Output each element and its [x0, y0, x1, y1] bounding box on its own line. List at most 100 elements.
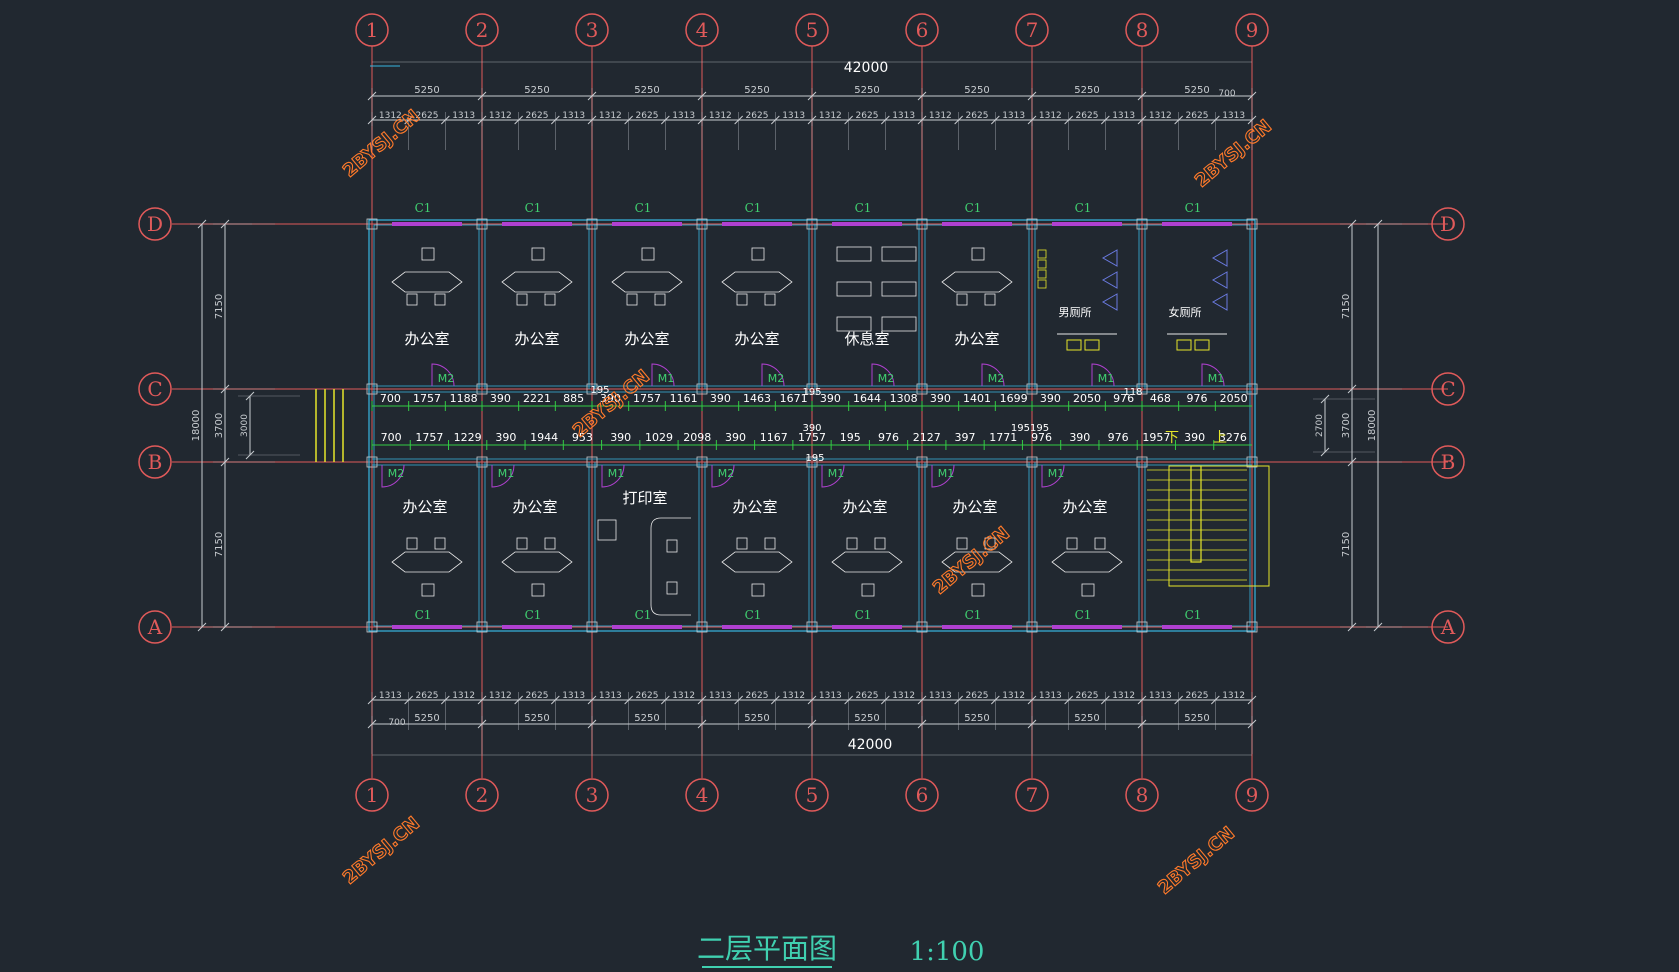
dim-text: 5250 [854, 713, 879, 724]
corridor-small-label: 195195 [1011, 423, 1049, 434]
corridor-dim-text: 976 [878, 431, 899, 444]
sofa [836, 281, 872, 297]
axis-label: 6 [916, 18, 929, 42]
corridor-dim-text: 1161 [670, 392, 698, 405]
chair [1066, 537, 1078, 550]
dim-text: 700 [388, 718, 405, 728]
door-label: M2 [988, 372, 1005, 385]
corridor-dim-text: 700 [380, 392, 401, 405]
dim-text: 1313 [819, 691, 842, 701]
sofa [836, 316, 872, 332]
window-label: C1 [745, 608, 762, 622]
chair [751, 247, 765, 261]
axis-label: D [1440, 212, 1456, 236]
dim-text: 3700 [1341, 413, 1352, 438]
copier [666, 581, 678, 595]
corridor-dim-text: 1944 [530, 431, 558, 444]
watermark: 2BYSJ.CN [1191, 116, 1276, 192]
floor-plan-drawing: 112233445566778899A AB BC CD D 5250 5250 5250 5… [138, 13, 1465, 968]
desk [501, 551, 573, 573]
sofa [881, 281, 917, 297]
door-label: M1 [938, 467, 955, 480]
axis-label: 2 [476, 18, 489, 42]
window [832, 222, 902, 226]
window [502, 625, 572, 629]
axis-label: D [147, 212, 163, 236]
corridor-dim-text: 700 [381, 431, 402, 444]
corridor-dimensions: 700 1757 1188 390 2221 885 390 1757 1161 390 1463 1… [315, 385, 1252, 464]
corridor-dim-text: 2221 [523, 392, 551, 405]
chair [956, 537, 968, 550]
room-label: 办公室 [732, 498, 777, 516]
dim-text: 5250 [744, 713, 769, 724]
corridor-dim-text: 1699 [1000, 392, 1028, 405]
dim-text: 2625 [526, 111, 549, 121]
chair [406, 293, 418, 306]
dim-text: 2625 [416, 691, 439, 701]
window [392, 222, 462, 226]
dim-text: 1313 [452, 111, 475, 121]
dim-text: 2625 [636, 111, 659, 121]
door-label: M1 [1098, 372, 1115, 385]
dim-text: 5250 [744, 85, 769, 96]
dim-text: 2625 [966, 691, 989, 701]
room-label: 办公室 [842, 498, 887, 516]
chair [421, 583, 435, 597]
dim-text: 7150 [214, 294, 225, 319]
corridor-dim-text: 976 [1187, 392, 1208, 405]
toilet-stall [1101, 249, 1118, 267]
window [832, 625, 902, 629]
corridor-dim-text: 976 [1108, 431, 1129, 444]
chair [421, 247, 435, 261]
dim-text: 1313 [562, 691, 585, 701]
rooms: C1 办公室 M2 C1 办公室 C1 办公室 M1 C1 办公室 M2 C1 休息室 M2 C1 办公室 M2… [381, 201, 1232, 629]
axis-label: 7 [1026, 783, 1039, 807]
dim-text: 2625 [746, 691, 769, 701]
overall-dimension-bottom: 42000 [848, 737, 893, 753]
sink [1194, 339, 1210, 351]
corridor-dim-text: 390 [820, 392, 841, 405]
toilet-stall [1211, 293, 1228, 311]
window [1162, 222, 1232, 226]
room-label: 办公室 [952, 498, 997, 516]
chair [531, 583, 545, 597]
corridor-dim-text: 390 [1069, 431, 1090, 444]
dim-text: 1312 [1112, 691, 1135, 701]
axis-label: 4 [696, 783, 709, 807]
toilet-stall [1101, 271, 1118, 289]
corridor-dim-text: 1308 [890, 392, 918, 405]
axis-label: B [148, 450, 163, 474]
axis-label: 8 [1136, 18, 1149, 42]
dim-text: 1312 [929, 111, 952, 121]
door-label: M1 [1208, 372, 1225, 385]
dim-text: 1312 [819, 111, 842, 121]
desk [721, 271, 793, 293]
watermark: 2BYSJ.CN [929, 523, 1014, 599]
desk [721, 551, 793, 573]
chair [434, 537, 446, 550]
dim-text: 18000 [191, 410, 202, 442]
corridor-dim-text: 390 [710, 392, 731, 405]
dim-text: 1313 [562, 111, 585, 121]
window [502, 222, 572, 226]
chair [751, 583, 765, 597]
dim-text: 2625 [1076, 691, 1099, 701]
window [1052, 222, 1122, 226]
chair [516, 293, 528, 306]
dim-text: 2625 [856, 111, 879, 121]
dim-text: 7150 [1341, 294, 1352, 319]
dim-text: 2625 [746, 111, 769, 121]
window-label: C1 [1185, 608, 1202, 622]
print-counter [650, 517, 691, 616]
sink [1066, 339, 1082, 351]
dim-text: 1313 [1112, 111, 1135, 121]
corridor-dim-text: 1463 [743, 392, 771, 405]
dim-text: 2625 [1186, 691, 1209, 701]
printer [597, 519, 617, 541]
dim-text: 1312 [489, 111, 512, 121]
window [612, 222, 682, 226]
corridor-dim-text: 195 [840, 431, 861, 444]
corridor-dim-text: 1229 [454, 431, 482, 444]
axis-label: 6 [916, 783, 929, 807]
chair [544, 537, 556, 550]
